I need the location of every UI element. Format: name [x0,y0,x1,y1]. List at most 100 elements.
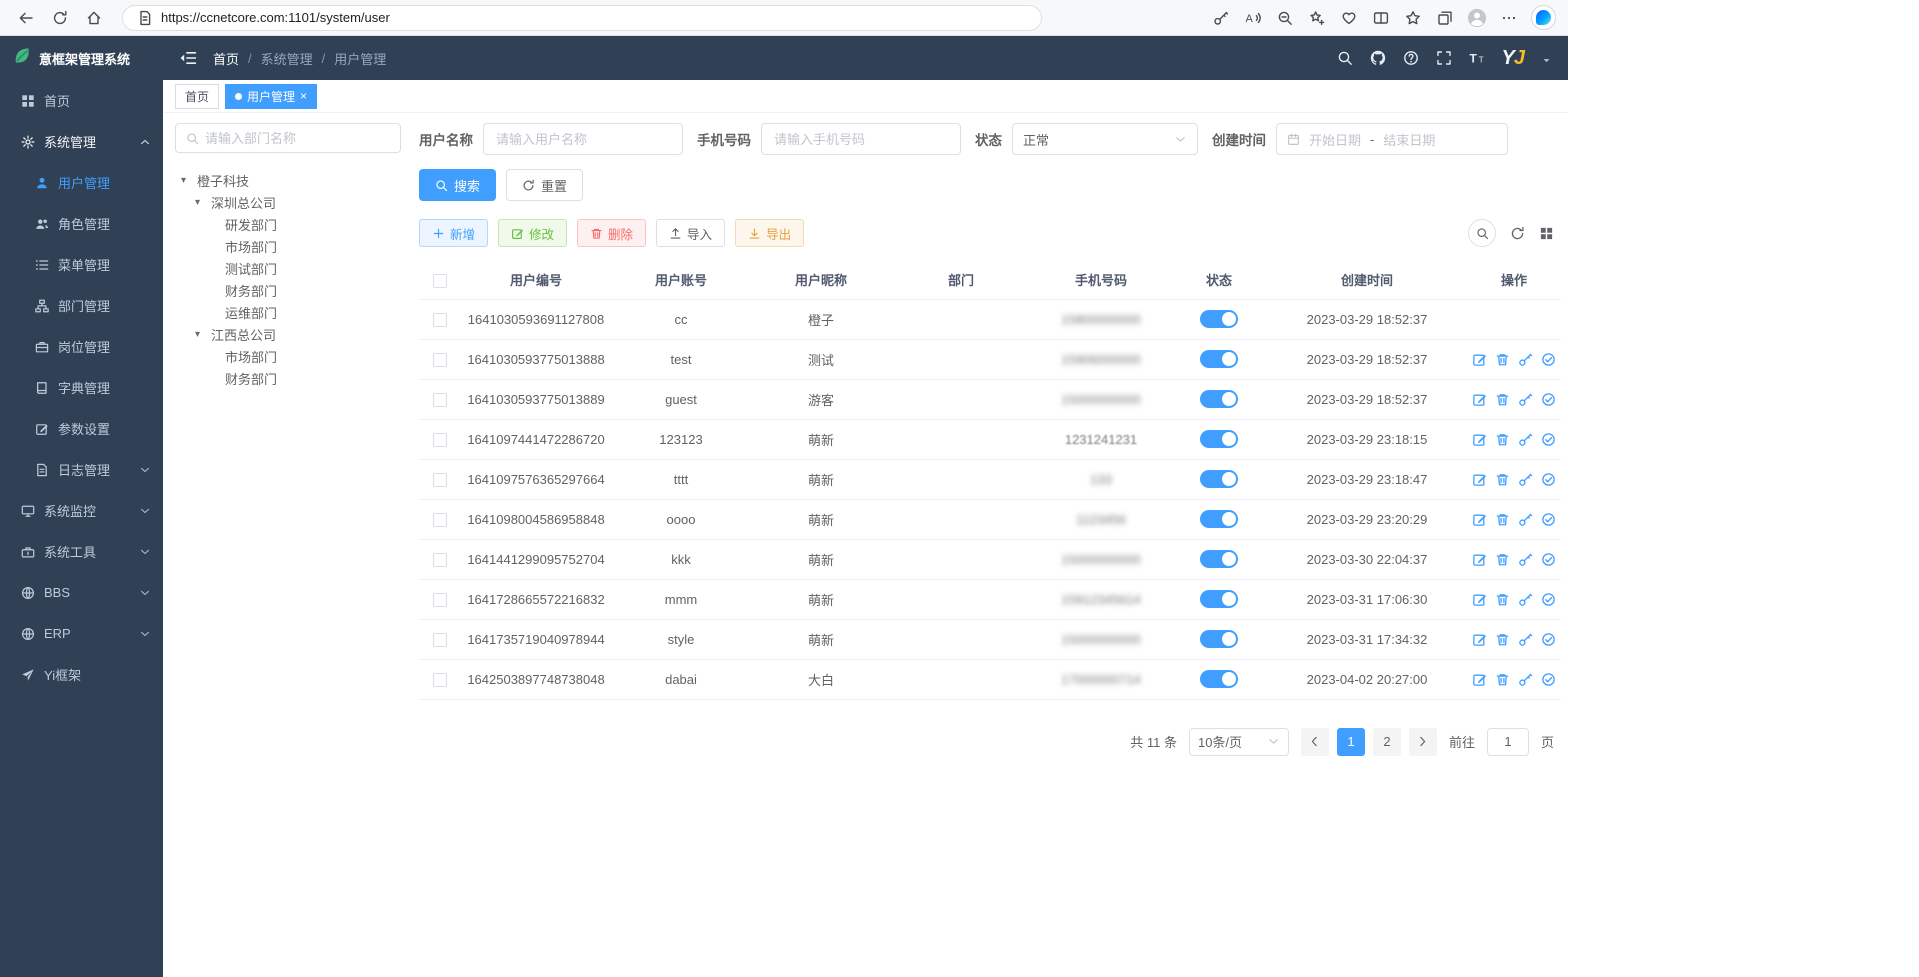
import-button[interactable]: 导入 [656,219,725,247]
refresh-table-icon[interactable] [1510,226,1525,241]
breadcrumb-item-0[interactable]: 首页 [213,49,239,68]
caret-expand-icon[interactable]: ▾ [195,197,211,208]
row-assign-role-icon[interactable] [1541,512,1556,527]
row-edit-icon[interactable] [1472,592,1487,607]
row-delete-icon[interactable] [1495,592,1510,607]
tree-node-0[interactable]: ▾橙子科技 [175,169,403,191]
row-checkbox[interactable] [433,553,447,567]
status-toggle[interactable] [1200,670,1238,688]
sidebar-item-1[interactable]: 系统管理 [0,121,163,162]
row-checkbox[interactable] [433,673,447,687]
row-reset-password-icon[interactable] [1518,632,1533,647]
search-icon[interactable] [1337,50,1353,66]
sidebar-item-8[interactable]: 参数设置 [0,408,163,449]
app-logo[interactable]: 意框架管理系统 [0,36,163,80]
delete-button[interactable]: 删除 [577,219,646,247]
breadcrumb-item-1[interactable]: 系统管理 [261,49,313,68]
row-checkbox[interactable] [433,513,447,527]
status-toggle[interactable] [1200,550,1238,568]
sidebar-item-5[interactable]: 部门管理 [0,285,163,326]
tree-node-7[interactable]: ▾江西总公司 [175,323,403,345]
zoom-out-icon[interactable] [1271,5,1299,31]
toggle-search-icon[interactable] [1468,219,1496,247]
tree-node-6[interactable]: 运维部门 [175,301,403,323]
department-search-input[interactable] [205,131,390,146]
search-button[interactable]: 搜索 [419,169,496,201]
row-reset-password-icon[interactable] [1518,352,1533,367]
select-all-checkbox[interactable] [433,274,447,288]
row-delete-icon[interactable] [1495,632,1510,647]
row-delete-icon[interactable] [1495,432,1510,447]
row-reset-password-icon[interactable] [1518,592,1533,607]
tree-node-9[interactable]: 财务部门 [175,367,403,389]
password-key-icon[interactable] [1207,5,1235,31]
status-toggle[interactable] [1200,390,1238,408]
row-checkbox[interactable] [433,473,447,487]
sidebar-item-9[interactable]: 日志管理 [0,449,163,490]
goto-page-input[interactable] [1487,728,1529,756]
row-reset-password-icon[interactable] [1518,552,1533,567]
row-edit-icon[interactable] [1472,672,1487,687]
row-checkbox[interactable] [433,593,447,607]
row-edit-icon[interactable] [1472,632,1487,647]
row-reset-password-icon[interactable] [1518,512,1533,527]
row-assign-role-icon[interactable] [1541,672,1556,687]
back-icon[interactable] [12,5,40,31]
sidebar-item-4[interactable]: 菜单管理 [0,244,163,285]
row-assign-role-icon[interactable] [1541,472,1556,487]
avatar-caret-icon[interactable] [1541,55,1552,66]
row-edit-icon[interactable] [1472,552,1487,567]
row-checkbox[interactable] [433,433,447,447]
add-favorite-icon[interactable] [1303,5,1331,31]
profile-avatar[interactable] [1463,5,1491,31]
tree-node-5[interactable]: 财务部门 [175,279,403,301]
row-reset-password-icon[interactable] [1518,432,1533,447]
favorites-icon[interactable] [1399,5,1427,31]
split-screen-icon[interactable] [1367,5,1395,31]
export-button[interactable]: 导出 [735,219,804,247]
tree-node-8[interactable]: 市场部门 [175,345,403,367]
row-assign-role-icon[interactable] [1541,592,1556,607]
row-edit-icon[interactable] [1472,512,1487,527]
status-toggle[interactable] [1200,430,1238,448]
sidebar-item-6[interactable]: 岗位管理 [0,326,163,367]
row-edit-icon[interactable] [1472,392,1487,407]
read-aloud-icon[interactable]: A [1239,5,1267,31]
user-avatar-logo[interactable]: YJ [1502,47,1524,70]
collapse-sidebar-icon[interactable] [179,49,197,67]
sidebar-item-0[interactable]: 首页 [0,80,163,121]
row-delete-icon[interactable] [1495,472,1510,487]
font-size-icon[interactable]: TT [1469,50,1485,66]
row-checkbox[interactable] [433,313,447,327]
edit-button[interactable]: 修改 [498,219,567,247]
reset-button[interactable]: 重置 [506,169,583,201]
home-icon[interactable] [80,5,108,31]
sidebar-item-10[interactable]: 系统监控 [0,490,163,531]
row-reset-password-icon[interactable] [1518,472,1533,487]
tree-node-2[interactable]: 研发部门 [175,213,403,235]
collections-icon[interactable] [1431,5,1459,31]
column-settings-icon[interactable] [1539,226,1554,241]
tab-1[interactable]: 用户管理× [225,84,317,109]
refresh-icon[interactable] [46,5,74,31]
row-reset-password-icon[interactable] [1518,392,1533,407]
next-page-button[interactable] [1409,728,1437,756]
sidebar-item-3[interactable]: 角色管理 [0,203,163,244]
status-toggle[interactable] [1200,590,1238,608]
row-delete-icon[interactable] [1495,672,1510,687]
page-size-select[interactable]: 10条/页 [1189,728,1289,756]
sidebar-item-7[interactable]: 字典管理 [0,367,163,408]
phone-input[interactable] [761,123,961,155]
tree-node-1[interactable]: ▾深圳总公司 [175,191,403,213]
tree-node-3[interactable]: 市场部门 [175,235,403,257]
prev-page-button[interactable] [1301,728,1329,756]
copilot-icon[interactable] [1531,5,1556,30]
row-assign-role-icon[interactable] [1541,432,1556,447]
browser-essentials-icon[interactable] [1335,5,1363,31]
row-edit-icon[interactable] [1472,472,1487,487]
page-button-1[interactable]: 1 [1337,728,1365,756]
address-bar[interactable]: https://ccnetcore.com:1101/system/user [122,5,1042,31]
sidebar-item-11[interactable]: 系统工具 [0,531,163,572]
breadcrumb-item-2[interactable]: 用户管理 [334,49,386,68]
row-reset-password-icon[interactable] [1518,672,1533,687]
